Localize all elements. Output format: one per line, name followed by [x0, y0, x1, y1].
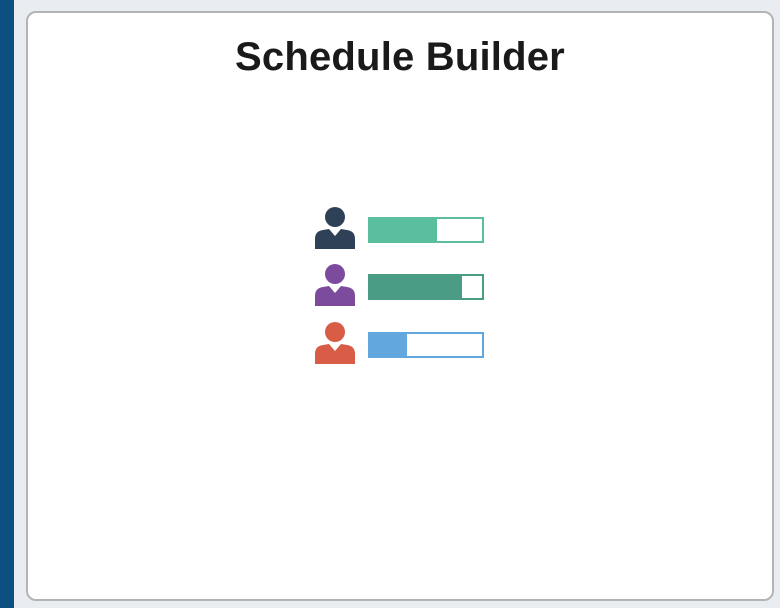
- person-icon: [315, 264, 355, 306]
- schedule-row: [312, 318, 492, 368]
- progress-bar-fill: [370, 334, 407, 356]
- person-icon: [315, 322, 355, 364]
- progress-bar-fill: [370, 219, 438, 241]
- progress-bar: [368, 274, 484, 300]
- schedule-graphic: [312, 203, 492, 368]
- person-icon: [315, 207, 355, 249]
- schedule-builder-tile[interactable]: Schedule Builder: [26, 11, 774, 601]
- schedule-row: [312, 260, 492, 310]
- progress-bar: [368, 217, 484, 243]
- schedule-row: [312, 203, 492, 253]
- tile-title: Schedule Builder: [235, 35, 565, 79]
- progress-bar-fill: [370, 276, 462, 298]
- progress-bar: [368, 332, 484, 358]
